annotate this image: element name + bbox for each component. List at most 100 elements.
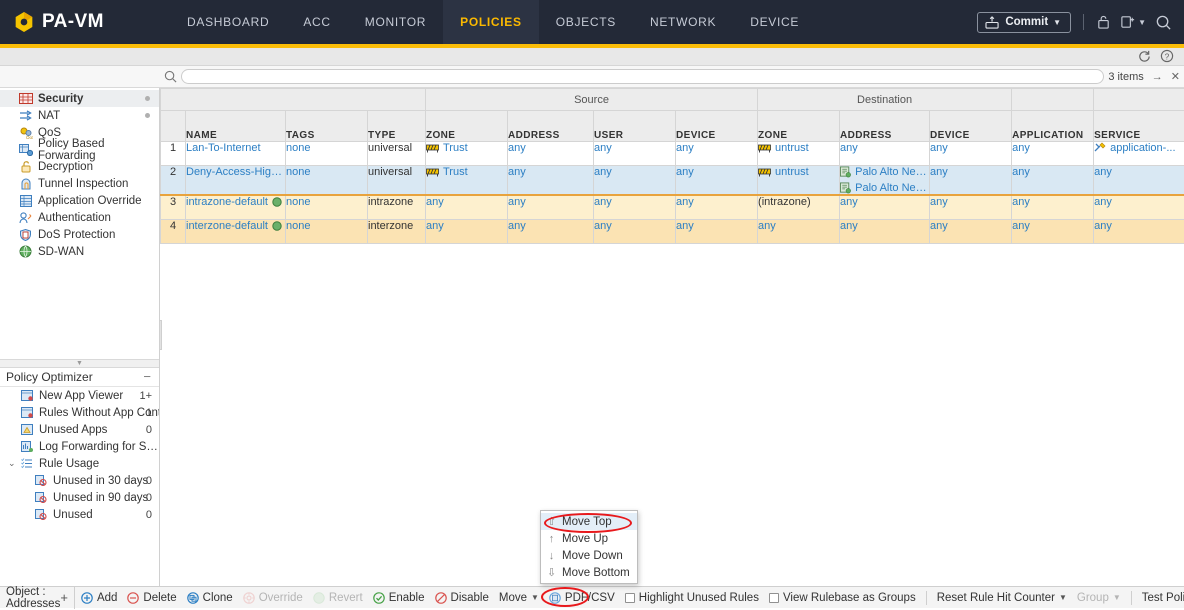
table-row[interactable]: 4 interzone-default none interzone any a… [161,219,1184,243]
search-row: 3 items → ✕ [0,66,1184,88]
column-header-destination-address[interactable]: ADDRESS [840,111,930,142]
sidebar-resize-handle[interactable] [160,318,164,352]
disable-button[interactable]: Disable [435,592,489,604]
optimizer-item-label: Log Forwarding for Security Ser [39,441,159,453]
rule-source-zone: any [426,195,508,219]
optimizer-item-unused-apps[interactable]: Unused Apps 0 [0,421,159,438]
checkbox-box[interactable] [769,593,779,603]
nav-tab-dashboard[interactable]: DASHBOARD [170,0,286,44]
pdf-csv-label: PDF/CSV [565,592,615,604]
rule-name[interactable]: interzone-default [186,219,286,243]
rule-name[interactable]: Lan-To-Internet [186,142,286,166]
table-row[interactable]: 2 Deny-Access-High-R... none universal T… [161,166,1184,196]
rule-destination-address: any [840,195,930,219]
delete-button[interactable]: Delete [127,592,176,604]
chevron-down-icon: ▼ [1059,593,1067,602]
rule-name[interactable]: intrazone-default [186,195,286,219]
sidebar-item-application-override[interactable]: Application Override [0,192,159,209]
object-addresses-bar[interactable]: Object : Addresses + [0,587,75,609]
sidebar-item-authentication[interactable]: Authentication [0,209,159,226]
refresh-icon[interactable] [1137,49,1151,63]
rule-usage-icon [20,457,34,470]
menu-item-move-top[interactable]: ⇧ Move Top [541,513,637,530]
optimizer-item-count: 0 [146,475,152,487]
pdf-csv-button[interactable]: PDF/CSV [549,592,615,604]
optimizer-item-rules-without-app-controls[interactable]: Rules Without App Controls 1 [0,404,159,421]
address-icon [840,182,851,194]
help-icon[interactable]: ? [1160,49,1174,63]
column-header-type[interactable]: TYPE [368,111,426,142]
sidebar-item-tunnel-inspection[interactable]: Tunnel Inspection [0,175,159,192]
nav-tab-acc[interactable]: ACC [286,0,347,44]
config-icon[interactable]: ▼ [1120,14,1146,30]
column-header-source-device[interactable]: DEVICE [676,111,758,142]
column-header-service[interactable]: SERVICE [1094,111,1184,142]
sidebar-item-nat[interactable]: NAT [0,107,159,124]
optimizer-item-new-app-viewer[interactable]: New App Viewer 1+ [0,387,159,404]
clear-filter-icon[interactable]: ✕ [1167,70,1184,83]
optimizer-item-unused-90-days[interactable]: Unused in 90 days 0 [0,489,159,506]
column-header-source-user[interactable]: USER [594,111,676,142]
add-button[interactable]: Add [81,592,117,604]
sidebar-item-policy-based-forwarding[interactable]: Policy Based Forwarding [0,141,159,158]
optimizer-splitter[interactable]: ▼ [0,359,159,368]
optimizer-item-log-forwarding[interactable]: Log Forwarding for Security Ser [0,438,159,455]
table-row[interactable]: 1 Lan-To-Internet none universal Trust a… [161,142,1184,166]
menu-item-move-down[interactable]: ↓ Move Down [541,547,637,564]
optimizer-item-unused-30-days[interactable]: Unused in 30 days 0 [0,472,159,489]
nav-tab-monitor[interactable]: MONITOR [348,0,443,44]
search-input[interactable] [181,69,1104,84]
unused-90-days-icon [34,491,48,504]
nav-tab-objects[interactable]: OBJECTS [539,0,633,44]
enable-button[interactable]: Enable [373,592,425,604]
revert-icon [313,592,325,604]
column-header-source-zone[interactable]: ZONE [426,111,508,142]
column-header-source-address[interactable]: ADDRESS [508,111,594,142]
sidebar-item-decryption[interactable]: Decryption [0,158,159,175]
view-rulebase-as-groups-checkbox[interactable]: View Rulebase as Groups [769,592,916,604]
sidebar-item-dos-protection[interactable]: DoS Protection [0,226,159,243]
clone-button[interactable]: Clone [187,592,233,604]
sidebar-item-security[interactable]: Security [0,90,159,107]
checkbox-box[interactable] [625,593,635,603]
add-object-icon[interactable]: + [60,590,68,605]
nav-tab-device[interactable]: DEVICE [733,0,816,44]
menu-item-move-up[interactable]: ↑ Move Up [541,530,637,547]
authentication-icon [18,211,33,224]
lock-icon[interactable] [1096,14,1111,30]
rule-source-zone: any [426,219,508,243]
nav-tabs: DASHBOARD ACC MONITOR POLICIES OBJECTS N… [170,0,816,44]
column-header-name[interactable]: NAME [186,111,286,142]
highlight-unused-rules-checkbox[interactable]: Highlight Unused Rules [625,592,759,604]
move-dropdown-menu: ⇧ Move Top ↑ Move Up ↓ Move Down ⇩ Move … [540,510,638,584]
table-row[interactable]: 3 intrazone-default none intrazone any a… [161,195,1184,219]
search-icon[interactable] [1155,14,1172,31]
column-header-tags[interactable]: TAGS [286,111,368,142]
sub-header: ? [0,48,1184,66]
row-number: 1 [161,142,186,166]
reset-rule-hit-counter-button[interactable]: Reset Rule Hit Counter ▼ [937,592,1067,604]
commit-button[interactable]: Commit ▼ [977,12,1071,33]
apply-filter-icon[interactable]: → [1148,71,1167,83]
optimizer-item-rule-usage[interactable]: ⌄ Rule Usage [0,455,159,472]
collapse-icon[interactable]: − [143,372,151,382]
sidebar-item-sd-wan[interactable]: SD-WAN [0,243,159,260]
group-header-blank-left [161,89,426,111]
column-header-destination-zone[interactable]: ZONE [758,111,840,142]
rule-destination-zone: any [758,219,840,243]
rule-destination-device: any [930,166,1012,196]
menu-item-move-bottom[interactable]: ⇩ Move Bottom [541,564,637,581]
chevron-down-icon[interactable]: ⌄ [8,458,16,469]
nav-tab-policies[interactable]: POLICIES [443,0,539,44]
test-policy-match-button[interactable]: Test Policy Match [1142,592,1184,604]
optimizer-item-unused[interactable]: Unused 0 [0,506,159,523]
column-header-destination-device[interactable]: DEVICE [930,111,1012,142]
zone-icon [758,144,771,153]
enable-label: Enable [389,592,425,604]
move-button[interactable]: Move ▼ [499,592,539,604]
rule-name[interactable]: Deny-Access-High-R... [186,166,286,196]
column-header-application[interactable]: APPLICATION [1012,111,1094,142]
disable-label: Disable [451,592,489,604]
nav-tab-network[interactable]: NETWORK [633,0,733,44]
sidebar-item-label: NAT [38,110,60,122]
